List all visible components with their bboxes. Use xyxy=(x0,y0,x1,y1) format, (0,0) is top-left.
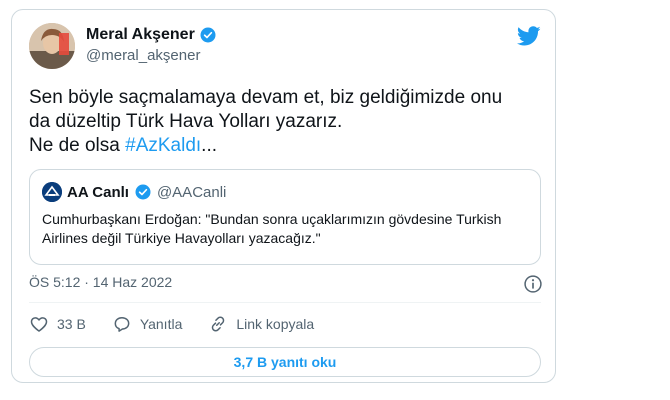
twitter-bird-icon[interactable] xyxy=(517,24,541,48)
tweet-text-line3: Ne de olsa #AzKaldı... xyxy=(29,134,539,158)
author-handle[interactable]: @meral_akşener xyxy=(86,47,200,64)
reply-button[interactable]: Yanıtla xyxy=(112,314,183,334)
copy-link-button[interactable]: Link kopyala xyxy=(208,314,314,334)
tweet-text-prefix: Ne de olsa xyxy=(29,135,126,156)
like-count: 33 B xyxy=(57,316,86,332)
copy-link-label: Link kopyala xyxy=(236,316,315,332)
heart-icon xyxy=(30,317,48,332)
tweet-card: Meral Akşener @meral_akşener Sen böyle s… xyxy=(11,9,556,383)
tweet-text-line1: Sen böyle saçmalamaya devam et, biz geld… xyxy=(29,87,503,108)
author-name-row[interactable]: Meral Akşener xyxy=(86,26,217,44)
read-replies-button[interactable]: 3,7 B yanıtı oku xyxy=(29,347,541,377)
verified-icon xyxy=(200,27,216,43)
action-bar: 33 B Yanıtla Link kopyala xyxy=(29,314,340,334)
quoted-author-handle: @AACanli xyxy=(156,183,227,201)
quoted-tweet-header: AA Canlı @AACanli xyxy=(42,182,226,202)
tweet-text-suffix: ... xyxy=(201,135,218,156)
hashtag-link[interactable]: #AzKaldı xyxy=(125,135,201,156)
link-icon xyxy=(212,316,225,332)
quoted-tweet-text: Cumhurbaşkanı Erdoğan: "Bundan sonra uça… xyxy=(42,211,502,246)
quoted-verified-icon xyxy=(135,184,151,200)
timestamp-link[interactable]: ÖS 5:12 · 14 Haz 2022 xyxy=(29,274,172,290)
author-name[interactable]: Meral Akşener xyxy=(86,26,195,44)
quoted-author-name: AA Canlı xyxy=(67,183,129,201)
tweet-text-line2: da düzeltip Türk Hava Yolları yazarız. xyxy=(29,111,343,132)
like-button[interactable]: 33 B xyxy=(29,314,86,334)
tweet-text: Sen böyle saçmalamaya devam et, biz geld… xyxy=(29,86,539,158)
quoted-avatar xyxy=(42,182,62,202)
quoted-tweet[interactable]: AA Canlı @AACanli Cumhurbaşkanı Erdoğan:… xyxy=(29,169,541,265)
reply-label: Yanıtla xyxy=(139,316,183,332)
reply-icon xyxy=(114,317,130,332)
info-icon[interactable] xyxy=(523,274,543,294)
divider xyxy=(29,302,541,303)
avatar[interactable] xyxy=(29,23,75,69)
